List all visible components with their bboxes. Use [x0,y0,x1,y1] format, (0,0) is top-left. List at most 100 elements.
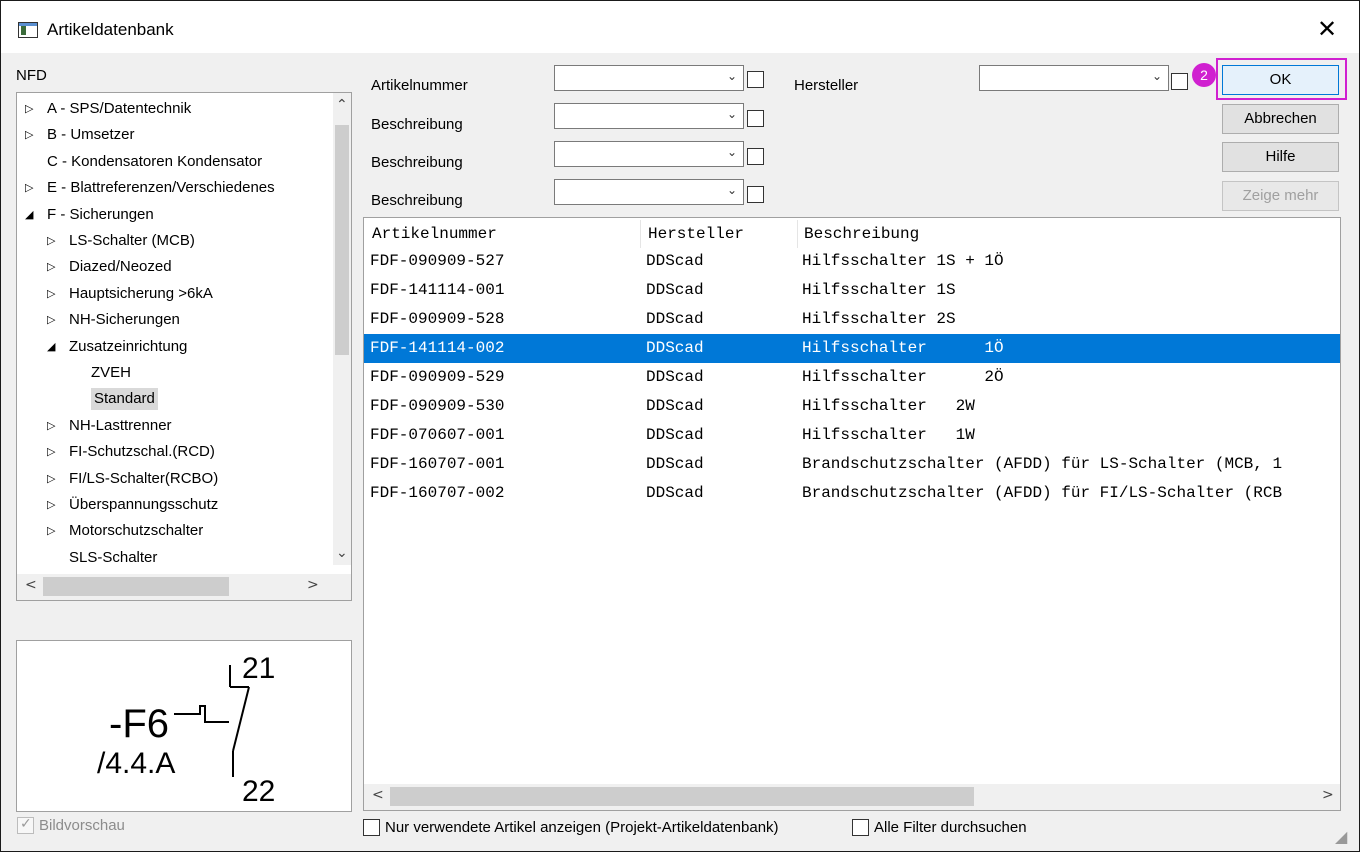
filter-description-3-combobox[interactable]: ⌄ [554,179,744,205]
tree-horizontal-scrollbar[interactable]: < > [17,574,351,600]
cell-article-number: FDF-090909-528 [370,310,505,328]
column-separator[interactable] [640,220,641,248]
tree-item-label: C - Kondensatoren Kondensator [47,152,263,170]
expand-icon[interactable]: ▷ [47,468,55,490]
column-header-description[interactable]: Beschreibung [804,218,919,250]
chevron-down-icon: ⌄ [726,145,737,159]
tree-title: NFD [16,67,47,84]
cell-manufacturer: DDScad [646,310,704,328]
tree-item-label: LS-Schalter (MCB) [69,232,195,249]
expanded-icon[interactable]: ◢ [47,336,55,358]
expand-icon[interactable]: ▷ [47,309,55,331]
list-horizontal-scroll-thumb[interactable] [390,787,974,806]
step-badge: 2 [1192,63,1216,87]
close-icon[interactable]: ✕ [1315,17,1339,41]
table-row[interactable]: FDF-070607-001 DDScad Hilfsschalter 1W [364,421,1340,450]
scroll-right-icon[interactable]: > [1322,787,1334,803]
table-row[interactable]: FDF-160707-001 DDScad Brandschutzschalter … [364,450,1340,479]
table-row[interactable]: FDF-141114-002 DDScad Hilfsschalter 1Ö [364,334,1340,363]
cell-manufacturer: DDScad [646,455,704,473]
cell-manufacturer: DDScad [646,368,704,386]
expand-icon[interactable]: ▷ [47,520,55,542]
list-horizontal-scrollbar[interactable]: < > [364,784,1340,810]
tree-item-label: Diazed/Neozed [69,258,172,276]
expand-icon[interactable]: ▷ [25,177,33,199]
all-filters-checkbox[interactable] [852,819,869,836]
expand-icon[interactable]: ▷ [47,441,55,463]
cell-article-number: FDF-090909-530 [370,397,505,415]
show-more-button[interactable]: Zeige mehr [1222,181,1339,211]
column-separator[interactable] [797,220,798,248]
cancel-button[interactable]: Abbrechen [1222,104,1339,134]
column-header-manufacturer[interactable]: Hersteller [648,218,744,250]
used-only-label: Nur verwendete Artikel anzeigen (Projekt… [385,819,779,836]
cell-article-number: FDF-160707-001 [370,455,505,473]
all-filters-label: Alle Filter durchsuchen [874,819,1027,836]
expand-icon[interactable]: ▷ [47,256,55,278]
tree-item-label: F - Sicherungen [47,205,154,223]
used-only-checkbox[interactable] [363,819,380,836]
tree-item-label: NH-Sicherungen [69,311,180,329]
cell-description: Hilfsschalter 1S [802,281,956,299]
filter-description-1-combobox[interactable]: ⌄ [554,103,744,129]
image-preview-checkbox[interactable]: ✓ [17,816,34,834]
filter-label-manufacturer: Hersteller [794,77,859,94]
expand-icon[interactable]: ▷ [25,98,33,120]
tree-item-label: NH-Lasttrenner [69,416,172,434]
cell-manufacturer: DDScad [646,484,704,502]
filter-article-number-combobox[interactable]: ⌄ [554,65,744,91]
expand-icon[interactable]: ▷ [47,230,55,252]
cell-description: Hilfsschalter 2S [802,310,956,328]
cell-manufacturer: DDScad [646,426,704,444]
chevron-down-icon: ⌄ [1151,69,1162,83]
filter-description-2-checkbox[interactable] [747,148,764,165]
scroll-left-icon[interactable]: < [372,787,384,803]
scroll-left-icon[interactable]: < [25,577,37,593]
tree-item-label: B - Umsetzer [47,126,135,144]
category-tree[interactable]: ▷ A - SPS/Datentechnik ▷ B - Umsetzer C - Ko… [16,92,352,601]
ok-button-highlight [1216,58,1347,100]
tree-item-label: FI-Schutzschal.(RCD) [69,443,215,461]
tree-vertical-scroll-thumb[interactable] [335,125,349,355]
window-title: Artikeldatenbank [47,20,174,39]
cell-article-number: FDF-160707-002 [370,484,505,502]
title-bar[interactable]: Artikeldatenbank ✕ [1,1,1359,53]
filter-description-3-checkbox[interactable] [747,186,764,203]
filter-description-1-checkbox[interactable] [747,110,764,127]
cell-article-number: FDF-070607-001 [370,426,505,444]
cell-article-number: FDF-141114-001 [370,281,505,299]
article-list[interactable]: Artikelnummer Hersteller Beschreibung FD… [363,217,1341,811]
chevron-down-icon: ⌄ [726,107,737,121]
table-row[interactable]: FDF-160707-002 DDScad Brandschutzschalter … [364,479,1340,508]
table-row[interactable]: FDF-090909-530 DDScad Hilfsschalter 2W [364,392,1340,421]
scroll-down-icon[interactable]: ⌄ [336,545,348,561]
column-header-article-number[interactable]: Artikelnummer [372,218,497,250]
filter-description-2-combobox[interactable]: ⌄ [554,141,744,167]
image-preview-label: Bildvorschau [39,817,125,834]
dialog-window: Artikeldatenbank ✕ NFD ▷ A - SPS/Datentec… [0,0,1360,852]
tree-item-label: Hauptsicherung >6kA [69,284,213,302]
filter-manufacturer-combobox[interactable]: ⌄ [979,65,1169,91]
expand-icon[interactable]: ▷ [47,283,55,305]
scroll-up-icon[interactable]: ⌃ [336,97,348,113]
filter-manufacturer-checkbox[interactable] [1171,73,1188,90]
resize-grip-icon[interactable]: ◢ [1335,827,1347,846]
table-row[interactable]: FDF-090909-527 DDScad Hilfsschalter 1S + 1… [364,247,1340,276]
expand-icon[interactable]: ▷ [47,494,55,516]
table-row[interactable]: FDF-090909-529 DDScad Hilfsschalter 2Ö [364,363,1340,392]
expand-icon[interactable]: ▷ [47,415,55,437]
expanded-icon[interactable]: ◢ [25,204,33,226]
cell-description: Hilfsschalter 2Ö [802,368,1004,386]
help-button[interactable]: Hilfe [1222,142,1339,172]
expand-icon[interactable]: ▷ [25,124,33,146]
tree-item-label: FI/LS-Schalter(RCBO) [69,469,219,487]
checkmark-icon: ✓ [20,816,32,832]
cell-description: Brandschutzschalter (AFDD) für FI/LS-Sch… [802,484,1283,502]
table-row[interactable]: FDF-090909-528 DDScad Hilfsschalter 2S [364,305,1340,334]
scroll-right-icon[interactable]: > [307,577,319,593]
cell-description: Brandschutzschalter (AFDD) für LS-Schalt… [802,455,1283,473]
filter-article-number-checkbox[interactable] [747,71,764,88]
tree-vertical-scrollbar[interactable]: ⌃ ⌄ [333,93,351,565]
table-row[interactable]: FDF-141114-001 DDScad Hilfsschalter 1S [364,276,1340,305]
tree-horizontal-scroll-thumb[interactable] [43,577,229,596]
